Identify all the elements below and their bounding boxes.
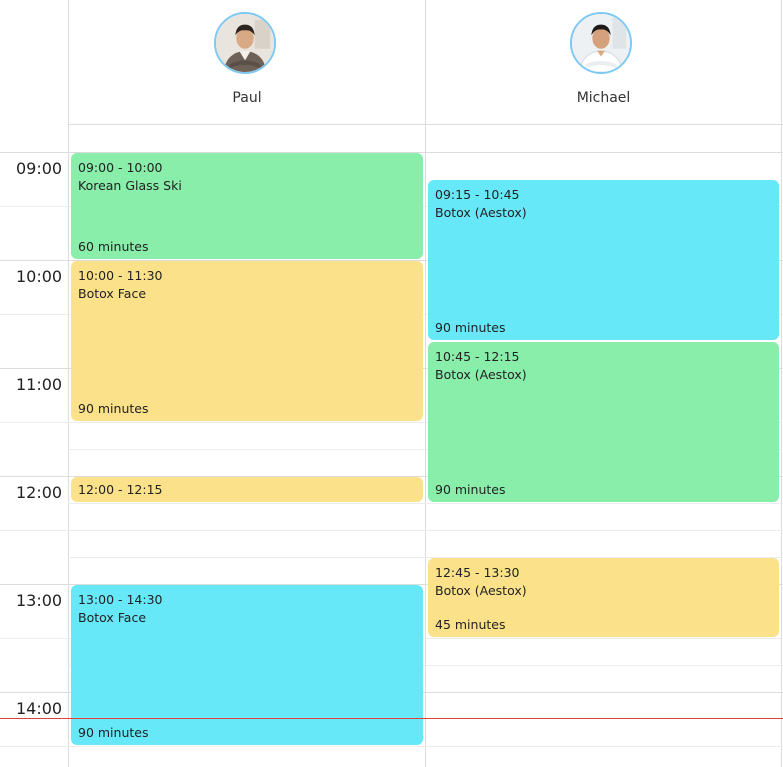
appointment-time: 09:15 - 10:45	[435, 187, 520, 202]
appointment-time: 10:45 - 12:15	[435, 349, 520, 364]
appointment-michael-0915[interactable]: 09:15 - 10:45 Botox (Aestox) 90 minutes	[428, 180, 779, 340]
person-avatar-icon	[572, 14, 630, 72]
appointment-michael-1045[interactable]: 10:45 - 12:15 Botox (Aestox) 90 minutes	[428, 342, 779, 502]
staff-header-paul[interactable]: Paul	[69, 0, 425, 124]
appointment-duration: 90 minutes	[78, 725, 149, 740]
appointment-service: Botox (Aestox)	[435, 367, 527, 382]
quarter-line-1215	[68, 503, 783, 504]
appointment-michael-1245[interactable]: 12:45 - 13:30 Botox (Aestox) 45 minutes	[428, 558, 779, 637]
time-label-1000: 10:00	[16, 267, 63, 286]
appointment-service: Botox (Aestox)	[435, 583, 527, 598]
time-label-0900: 09:00	[16, 159, 63, 178]
appointment-service: Botox Face	[78, 610, 147, 625]
appointment-time: 09:00 - 10:00	[78, 160, 163, 175]
appointment-service: Botox Face	[78, 286, 147, 301]
time-label-1300: 13:00	[16, 591, 63, 610]
appointment-paul-1000[interactable]: 10:00 - 11:30 Botox Face 90 minutes	[71, 261, 423, 421]
appointment-service: Botox (Aestox)	[435, 205, 527, 220]
appointment-time: 10:00 - 11:30	[78, 268, 163, 283]
current-time-indicator	[0, 718, 783, 719]
staff-header-michael[interactable]: Michael	[426, 0, 781, 124]
time-label-1200: 12:00	[16, 483, 63, 502]
half-line-1430	[0, 746, 783, 747]
avatar-paul[interactable]	[214, 12, 276, 74]
appointment-duration: 90 minutes	[435, 482, 506, 497]
header-bottom-line	[68, 124, 783, 125]
staff-name-paul: Paul	[232, 90, 262, 106]
appointment-time: 12:00 - 12:15	[78, 482, 163, 497]
staff-name-michael: Michael	[576, 90, 631, 106]
time-label-1400: 14:00	[16, 699, 63, 718]
appointment-duration: 45 minutes	[435, 617, 506, 632]
time-label-1100: 11:00	[16, 375, 63, 394]
appointment-paul-0900[interactable]: 09:00 - 10:00 Korean Glass Ski 60 minute…	[71, 153, 423, 259]
appointment-paul-1200[interactable]: 12:00 - 12:15	[71, 477, 423, 502]
appointment-time: 13:00 - 14:30	[78, 592, 163, 607]
appointment-paul-1300[interactable]: 13:00 - 14:30 Botox Face 90 minutes	[71, 585, 423, 745]
appointment-duration: 90 minutes	[78, 401, 149, 416]
appointment-service: Korean Glass Ski	[78, 178, 182, 193]
avatar-michael[interactable]	[570, 12, 632, 74]
half-line-1230	[0, 530, 783, 531]
appointment-duration: 90 minutes	[435, 320, 506, 335]
appointment-time: 12:45 - 13:30	[435, 565, 520, 580]
person-avatar-icon	[216, 14, 274, 72]
appointment-duration: 60 minutes	[78, 239, 149, 254]
column-divider-right	[781, 0, 782, 767]
